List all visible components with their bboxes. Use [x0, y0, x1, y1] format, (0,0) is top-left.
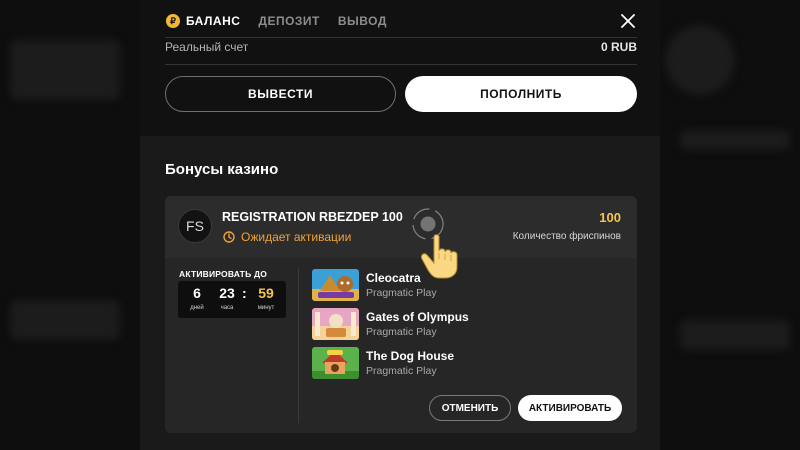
game-item[interactable]: The Dog House Pragmatic Play [312, 347, 612, 379]
ruble-icon: ₽ [166, 14, 180, 28]
cancel-bonus-button[interactable]: ОТМЕНИТЬ [429, 395, 511, 421]
close-button[interactable] [618, 11, 638, 31]
timer-hours: 23 [219, 285, 235, 301]
freespins-badge: FS [178, 209, 212, 243]
clock-icon [223, 231, 235, 243]
bonus-status: Ожидает активации [223, 230, 351, 244]
game-title: Cleocatra [366, 271, 421, 285]
game-item[interactable]: Cleocatra Pragmatic Play [312, 269, 612, 301]
background-right [640, 0, 800, 450]
header-divider [165, 37, 637, 38]
background-left [0, 0, 140, 450]
modal-header: ₽ БАЛАНС ДЕПОЗИТ ВЫВОД Реальный счет 0 R… [140, 0, 660, 136]
withdraw-button[interactable]: ВЫВЕСТИ [165, 76, 396, 112]
account-label: Реальный счет [165, 40, 249, 54]
timer-days-label: дней [190, 305, 204, 311]
game-thumbnail-gates-of-olympus [312, 308, 359, 340]
game-title: The Dog House [366, 349, 455, 363]
bonus-card-header: FS REGISTRATION RBEZDEP 100 Ожидает акти… [165, 196, 637, 279]
tab-bar: ₽ БАЛАНС ДЕПОЗИТ ВЫВОД [166, 10, 405, 32]
account-divider [165, 64, 637, 65]
timer-minutes-label: минут [257, 305, 275, 311]
bonus-name: REGISTRATION RBEZDEP 100 [222, 210, 403, 224]
activate-until-label: АКТИВИРОВАТЬ ДО [179, 269, 268, 279]
activation-timer: 6 дней 23 часа : 59 минут [178, 281, 286, 318]
timer-separator: : [242, 285, 247, 301]
bonus-card: FS REGISTRATION RBEZDEP 100 Ожидает акти… [165, 196, 637, 433]
game-provider: Pragmatic Play [366, 326, 437, 338]
timer-hours-label: часа [220, 305, 234, 311]
freespins-count: 100 [599, 210, 621, 225]
timer-days: 6 [193, 285, 201, 301]
game-thumbnail-cleocatra [312, 269, 359, 301]
game-provider: Pragmatic Play [366, 287, 437, 299]
game-title: Gates of Olympus [366, 310, 469, 324]
game-provider: Pragmatic Play [366, 365, 437, 377]
timer-minutes: 59 [258, 285, 274, 301]
tab-withdraw[interactable]: ВЫВОД [338, 14, 387, 28]
card-divider [298, 268, 299, 423]
freespins-count-label: Количество фриспинов [512, 231, 621, 242]
bonus-status-text: Ожидает активации [241, 230, 352, 244]
game-item[interactable]: Gates of Olympus Pragmatic Play [312, 308, 612, 340]
account-balance: 0 RUB [600, 40, 637, 54]
game-thumbnail-the-dog-house [312, 347, 359, 379]
balance-modal: ₽ БАЛАНС ДЕПОЗИТ ВЫВОД Реальный счет 0 R… [140, 0, 660, 450]
activate-bonus-button[interactable]: АКТИВИРОВАТЬ [518, 395, 622, 421]
close-icon [621, 14, 635, 28]
deposit-button[interactable]: ПОПОЛНИТЬ [405, 76, 637, 112]
tab-balance[interactable]: БАЛАНС [186, 14, 240, 28]
tab-deposit[interactable]: ДЕПОЗИТ [258, 14, 319, 28]
section-title: Бонусы казино [165, 161, 279, 178]
